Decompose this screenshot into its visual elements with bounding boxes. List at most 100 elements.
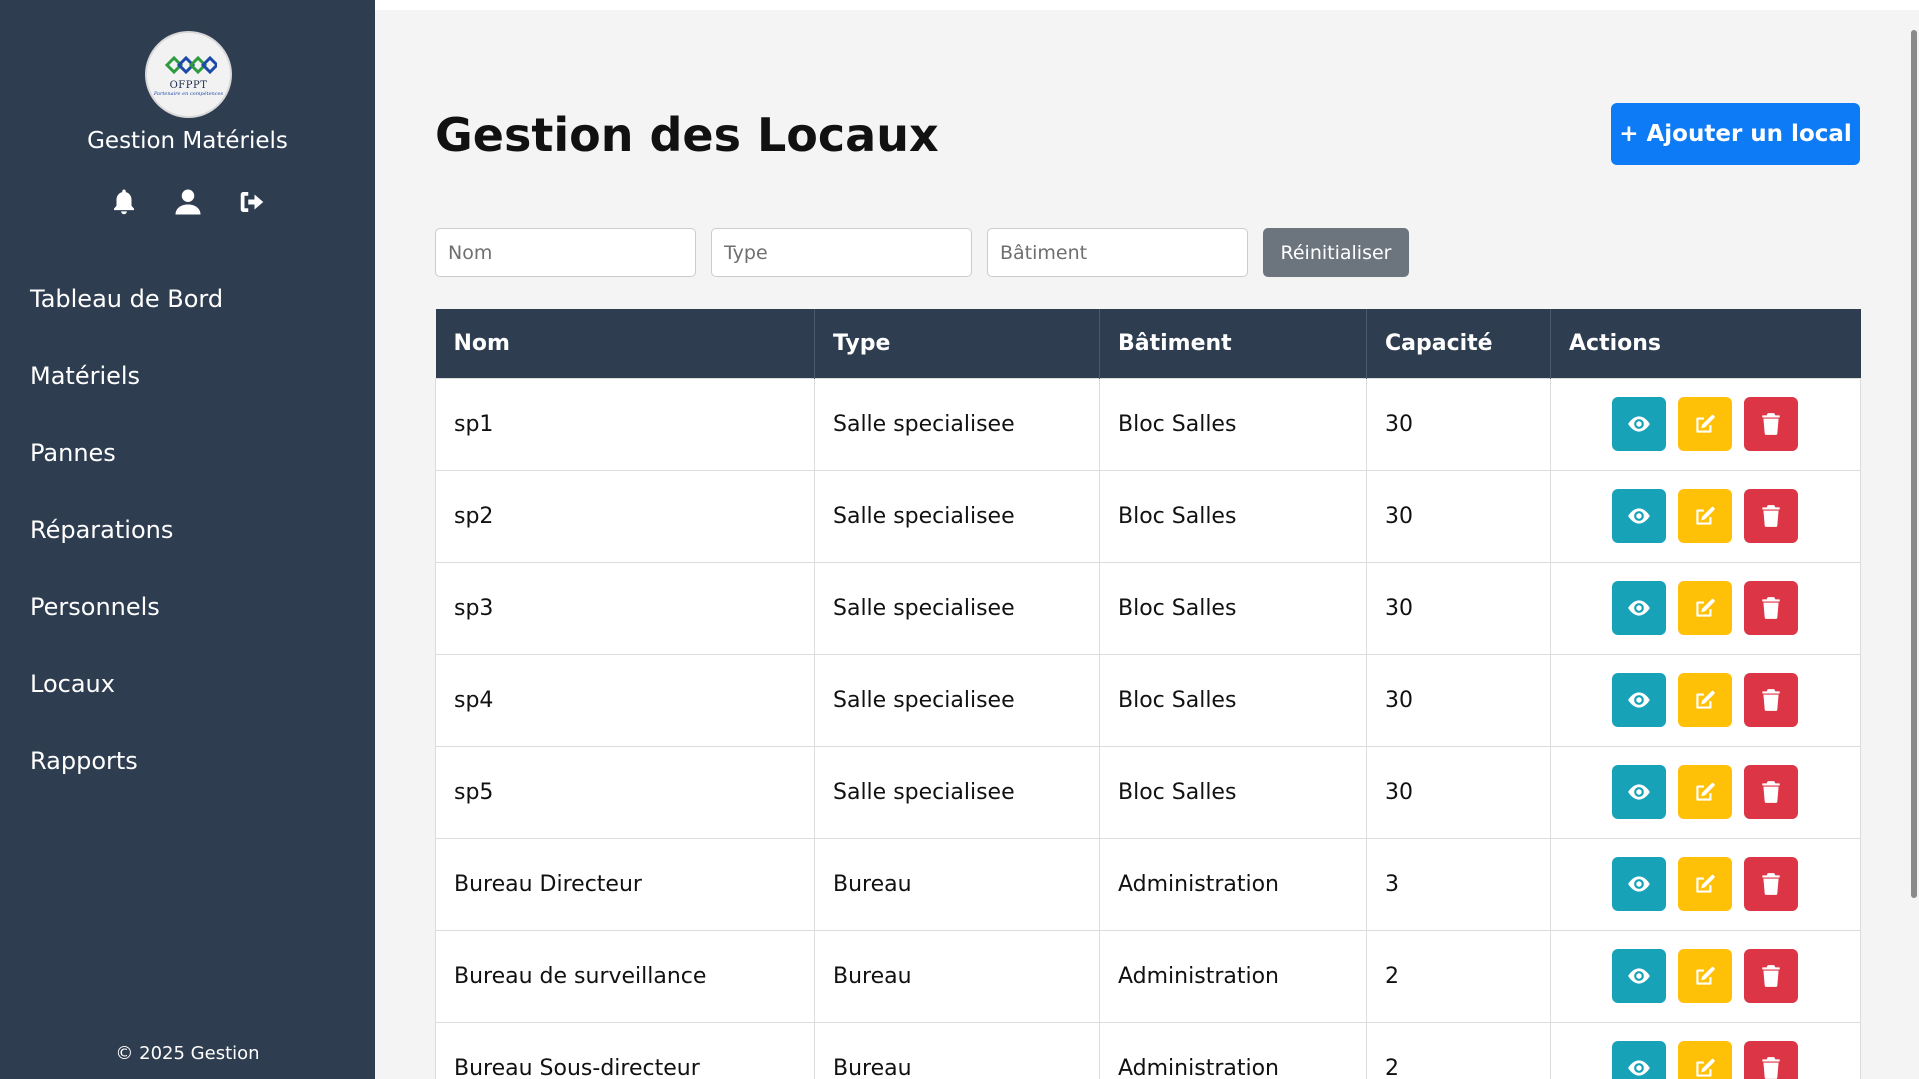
logo-mark-icon: [164, 55, 217, 75]
cell-type: Salle specialisee: [814, 561, 1100, 655]
edit-button[interactable]: [1678, 673, 1732, 727]
delete-button[interactable]: [1744, 1041, 1798, 1079]
edit-icon: [1696, 690, 1715, 709]
sidebar-item-rapports[interactable]: Rapports: [0, 722, 375, 799]
delete-button[interactable]: [1744, 489, 1798, 543]
cell-capacite: 30: [1366, 745, 1551, 839]
row-actions: [1551, 489, 1860, 543]
edit-button[interactable]: [1678, 1041, 1732, 1079]
view-button[interactable]: [1612, 581, 1666, 635]
cell-batiment: Bloc Salles: [1099, 561, 1367, 655]
column-header-capacite[interactable]: Capacité: [1366, 309, 1551, 378]
cell-type: Salle specialisee: [814, 469, 1100, 563]
table-header-row: Nom Type Bâtiment Capacité Actions: [435, 309, 1861, 378]
eye-icon: [1628, 416, 1650, 432]
table-row: sp1 Salle specialisee Bloc Salles 30: [435, 377, 1861, 471]
column-header-actions: Actions: [1569, 330, 1661, 356]
sidebar-item-personnels[interactable]: Personnels: [0, 568, 375, 645]
logout-icon[interactable]: [237, 186, 267, 218]
cell-capacite: 2: [1366, 1021, 1551, 1079]
eye-icon: [1628, 508, 1650, 524]
sidebar: OFPPT Partenaire en compétences Gestion …: [0, 0, 375, 1079]
view-button[interactable]: [1612, 673, 1666, 727]
sidebar-item-reparations[interactable]: Réparations: [0, 491, 375, 568]
cell-batiment: Bloc Salles: [1099, 653, 1367, 747]
batiment-filter-input[interactable]: [987, 228, 1248, 277]
page-title: Gestion des Locaux: [435, 108, 939, 162]
cell-nom: Bureau Directeur: [435, 837, 815, 931]
trash-icon: [1762, 505, 1780, 527]
sidebar-item-locaux[interactable]: Locaux: [0, 645, 375, 722]
bell-icon[interactable]: [109, 186, 139, 218]
view-button[interactable]: [1612, 489, 1666, 543]
cell-actions: [1550, 377, 1861, 471]
table-row: sp4 Salle specialisee Bloc Salles 30: [435, 653, 1861, 747]
delete-button[interactable]: [1744, 765, 1798, 819]
reset-filters-button[interactable]: Réinitialiser: [1263, 228, 1409, 277]
trash-icon: [1762, 689, 1780, 711]
trash-icon: [1762, 781, 1780, 803]
view-button[interactable]: [1612, 1041, 1666, 1079]
row-actions: [1551, 765, 1860, 819]
table-body: sp1 Salle specialisee Bloc Salles 30 sp2…: [435, 377, 1861, 1079]
view-button[interactable]: [1612, 397, 1666, 451]
edit-icon: [1696, 782, 1715, 801]
cell-batiment: Administration: [1099, 837, 1367, 931]
row-actions: [1551, 581, 1860, 635]
edit-button[interactable]: [1678, 857, 1732, 911]
type-filter-input[interactable]: [711, 228, 972, 277]
row-actions: [1551, 397, 1860, 451]
edit-button[interactable]: [1678, 581, 1732, 635]
column-header-type[interactable]: Type: [814, 309, 1100, 378]
row-actions: [1551, 949, 1860, 1003]
cell-nom: sp3: [435, 561, 815, 655]
cell-actions: [1550, 929, 1861, 1023]
cell-actions: [1550, 745, 1861, 839]
eye-icon: [1628, 600, 1650, 616]
delete-button[interactable]: [1744, 581, 1798, 635]
sidebar-item-materiels[interactable]: Matériels: [0, 337, 375, 414]
scrollbar[interactable]: [1907, 10, 1919, 1079]
cell-batiment: Bloc Salles: [1099, 745, 1367, 839]
eye-icon: [1628, 692, 1650, 708]
cell-capacite: 3: [1366, 837, 1551, 931]
eye-icon: [1628, 1060, 1650, 1076]
cell-batiment: Administration: [1099, 1021, 1367, 1079]
view-button[interactable]: [1612, 765, 1666, 819]
cell-nom: sp4: [435, 653, 815, 747]
sidebar-item-tableau-de-bord[interactable]: Tableau de Bord: [0, 260, 375, 337]
column-header-nom[interactable]: Nom: [435, 309, 815, 378]
view-button[interactable]: [1612, 949, 1666, 1003]
eye-icon: [1628, 784, 1650, 800]
edit-button[interactable]: [1678, 397, 1732, 451]
edit-icon: [1696, 966, 1715, 985]
add-local-button[interactable]: + Ajouter un local: [1611, 103, 1860, 165]
eye-icon: [1628, 968, 1650, 984]
delete-button[interactable]: [1744, 673, 1798, 727]
top-bar: [375, 0, 1919, 10]
view-button[interactable]: [1612, 857, 1666, 911]
cell-nom: sp2: [435, 469, 815, 563]
trash-icon: [1762, 965, 1780, 987]
row-actions: [1551, 1041, 1860, 1079]
ofppt-logo: OFPPT Partenaire en compétences: [145, 31, 232, 118]
cell-nom: Bureau de surveillance: [435, 929, 815, 1023]
trash-icon: [1762, 1057, 1780, 1079]
edit-button[interactable]: [1678, 949, 1732, 1003]
sidebar-item-pannes[interactable]: Pannes: [0, 414, 375, 491]
cell-nom: sp5: [435, 745, 815, 839]
scrollbar-thumb[interactable]: [1911, 30, 1917, 898]
cell-batiment: Administration: [1099, 929, 1367, 1023]
column-header-batiment[interactable]: Bâtiment: [1099, 309, 1367, 378]
delete-button[interactable]: [1744, 857, 1798, 911]
cell-batiment: Bloc Salles: [1099, 377, 1367, 471]
edit-button[interactable]: [1678, 489, 1732, 543]
app-title: Gestion Matériels: [87, 128, 288, 154]
edit-button[interactable]: [1678, 765, 1732, 819]
user-icon[interactable]: [173, 186, 203, 218]
cell-capacite: 30: [1366, 653, 1551, 747]
sidebar-icon-bar: [0, 186, 375, 218]
delete-button[interactable]: [1744, 949, 1798, 1003]
nom-filter-input[interactable]: [435, 228, 696, 277]
delete-button[interactable]: [1744, 397, 1798, 451]
